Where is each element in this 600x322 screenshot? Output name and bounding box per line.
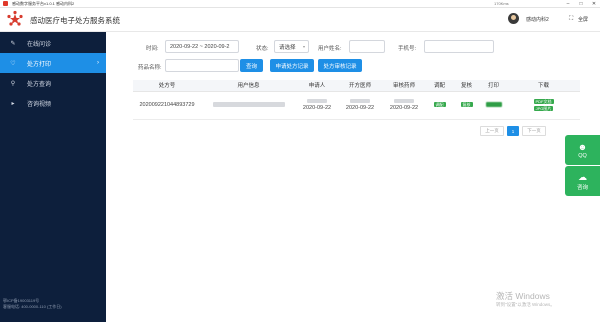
- col-rx-no: 处方号: [133, 80, 201, 92]
- table-row: 20200922104489372​9 2020-09-22 2020-09-2…: [133, 91, 580, 120]
- qq-widget[interactable]: ☻ QQ: [565, 135, 600, 165]
- chevron-down-icon: ▾: [302, 44, 305, 49]
- app-title: 感动医疗电子处方服务系统: [30, 16, 120, 25]
- windows-activation-hint: 转到"设置"以激活 Windows。: [496, 302, 555, 307]
- user-info-redacted: [201, 91, 296, 120]
- status-select[interactable]: 请选择 ▾: [274, 40, 309, 53]
- applicant-cell: 2020-09-22: [296, 91, 338, 120]
- apply-record-button[interactable]: 申请处方记录: [270, 59, 314, 72]
- video-icon: ▸: [11, 100, 15, 107]
- sidebar-item-prescription-query[interactable]: ⚲ 处方查询: [0, 73, 106, 93]
- os-titlebar: 感动数字服务平台v1.0.1 感动内科2 170Kms – □ ✕: [0, 0, 600, 8]
- qq-label: QQ: [578, 152, 587, 159]
- fullscreen-label[interactable]: 全屏: [578, 16, 588, 23]
- heart-icon: ♡: [10, 60, 16, 67]
- pharmacist-cell: 2020-09-22: [382, 91, 426, 120]
- close-icon[interactable]: ✕: [588, 0, 600, 8]
- sidebar-item-label: 处方查询: [27, 81, 52, 88]
- edit-icon: ✎: [10, 40, 16, 47]
- sidebar-item-label: 咨询视频: [27, 101, 52, 108]
- search-icon: ⚲: [10, 80, 16, 87]
- page-1-button[interactable]: 1: [507, 126, 519, 136]
- rx-number: 20200922104489372​9: [133, 91, 201, 120]
- col-review: 复核: [453, 80, 480, 92]
- sidebar: ✎ 在线问诊 ♡ 处方打印 › ⚲ 处方查询 ▸ 咨询视频 鄂ICP备19003…: [0, 32, 106, 322]
- window-title: 感动数字服务平台v1.0.1 感动内科2: [12, 0, 75, 6]
- status-select-value: 请选择: [279, 44, 296, 51]
- col-user-info: 用户信息: [201, 80, 296, 92]
- chat-icon: ☁: [578, 171, 587, 182]
- print-tag[interactable]: [485, 102, 502, 107]
- sidebar-item-label: 在线问诊: [27, 41, 52, 48]
- windows-activation-watermark: 激活 Windows: [496, 291, 550, 301]
- print-cell: [480, 91, 507, 120]
- username-dropdown[interactable]: 感动内科2: [526, 16, 549, 23]
- review-tag[interactable]: 复核: [460, 102, 473, 107]
- review-record-button[interactable]: 处方审核记录: [318, 59, 362, 72]
- pharmacist-date: 2020-09-22: [389, 105, 419, 111]
- doctor-cell: 2020-09-22: [338, 91, 382, 120]
- dispense-cell: 调配: [426, 91, 453, 120]
- qq-icon: ☻: [577, 141, 588, 152]
- query-button[interactable]: 查询: [240, 59, 263, 72]
- next-page-button[interactable]: 下一页: [522, 126, 546, 136]
- sidebar-item-prescription-print[interactable]: ♡ 处方打印 ›: [0, 53, 106, 73]
- user-name-label: 用户姓名:: [318, 46, 342, 52]
- sidebar-item-online-consult[interactable]: ✎ 在线问诊: [0, 33, 106, 53]
- status-label: 状态:: [256, 46, 269, 52]
- drug-name-label: 药品名称:: [138, 65, 162, 71]
- fullscreen-icon[interactable]: ⛶: [569, 16, 573, 23]
- date-range-value: 2020-09-22 ~ 2020-09-2: [170, 43, 230, 50]
- col-pharmacist: 审核药师: [382, 80, 426, 92]
- avatar[interactable]: [508, 13, 519, 24]
- download-jpg-button[interactable]: JPG图片: [533, 106, 554, 111]
- date-range-input[interactable]: 2020-09-22 ~ 2020-09-2: [165, 40, 239, 53]
- applicant-date: 2020-09-22: [302, 105, 332, 111]
- phone-label: 手机号:: [398, 46, 417, 52]
- drug-name-input[interactable]: [165, 59, 239, 72]
- main-content: 时间: 2020-09-22 ~ 2020-09-2 状态: 请选择 ▾ 用户姓…: [106, 32, 600, 322]
- table-header-row: 处方号 用户信息 申请人 开方医师 审核药师 调配 复核 打印 下载: [133, 80, 580, 92]
- review-cell: 复核: [453, 91, 480, 120]
- download-cell: PDF文档 JPG图片: [507, 91, 580, 120]
- prev-page-button[interactable]: 上一页: [480, 126, 504, 136]
- app-header: 感动医疗电子处方服务系统 感动内科2 ⛶ 全屏: [0, 8, 600, 32]
- brand-logo-icon: [7, 10, 23, 26]
- maximize-icon[interactable]: □: [575, 0, 587, 8]
- col-download: 下载: [507, 80, 580, 92]
- col-print: 打印: [480, 80, 507, 92]
- col-dispense: 调配: [426, 80, 453, 92]
- col-doctor: 开方医师: [338, 80, 382, 92]
- sidebar-footer: 鄂ICP备19003119号 客服电话: 400-0000-110 (工作日): [3, 298, 62, 310]
- col-applicant: 申请人: [296, 80, 338, 92]
- download-pdf-button[interactable]: PDF文档: [533, 99, 554, 104]
- user-name-input[interactable]: [349, 40, 385, 53]
- sidebar-item-label: 处方打印: [27, 61, 52, 68]
- dispense-tag[interactable]: 调配: [433, 102, 446, 107]
- phone-input[interactable]: [424, 40, 494, 53]
- consult-widget[interactable]: ☁ 咨询: [565, 166, 600, 196]
- minimize-icon[interactable]: –: [562, 0, 574, 8]
- doctor-date: 2020-09-22: [345, 105, 375, 111]
- service-phone: 客服电话: 400-0000-110 (工作日): [3, 304, 62, 309]
- time-label: 时间:: [146, 46, 159, 52]
- chevron-right-icon: ›: [97, 60, 99, 66]
- consult-label: 咨询: [576, 184, 588, 191]
- app-icon: [3, 1, 8, 6]
- sidebar-item-consult-video[interactable]: ▸ 咨询视频: [0, 93, 106, 113]
- network-speed: 170Kms: [494, 1, 509, 6]
- prescription-table: 处方号 用户信息 申请人 开方医师 审核药师 调配 复核 打印 下载 20200…: [133, 80, 580, 120]
